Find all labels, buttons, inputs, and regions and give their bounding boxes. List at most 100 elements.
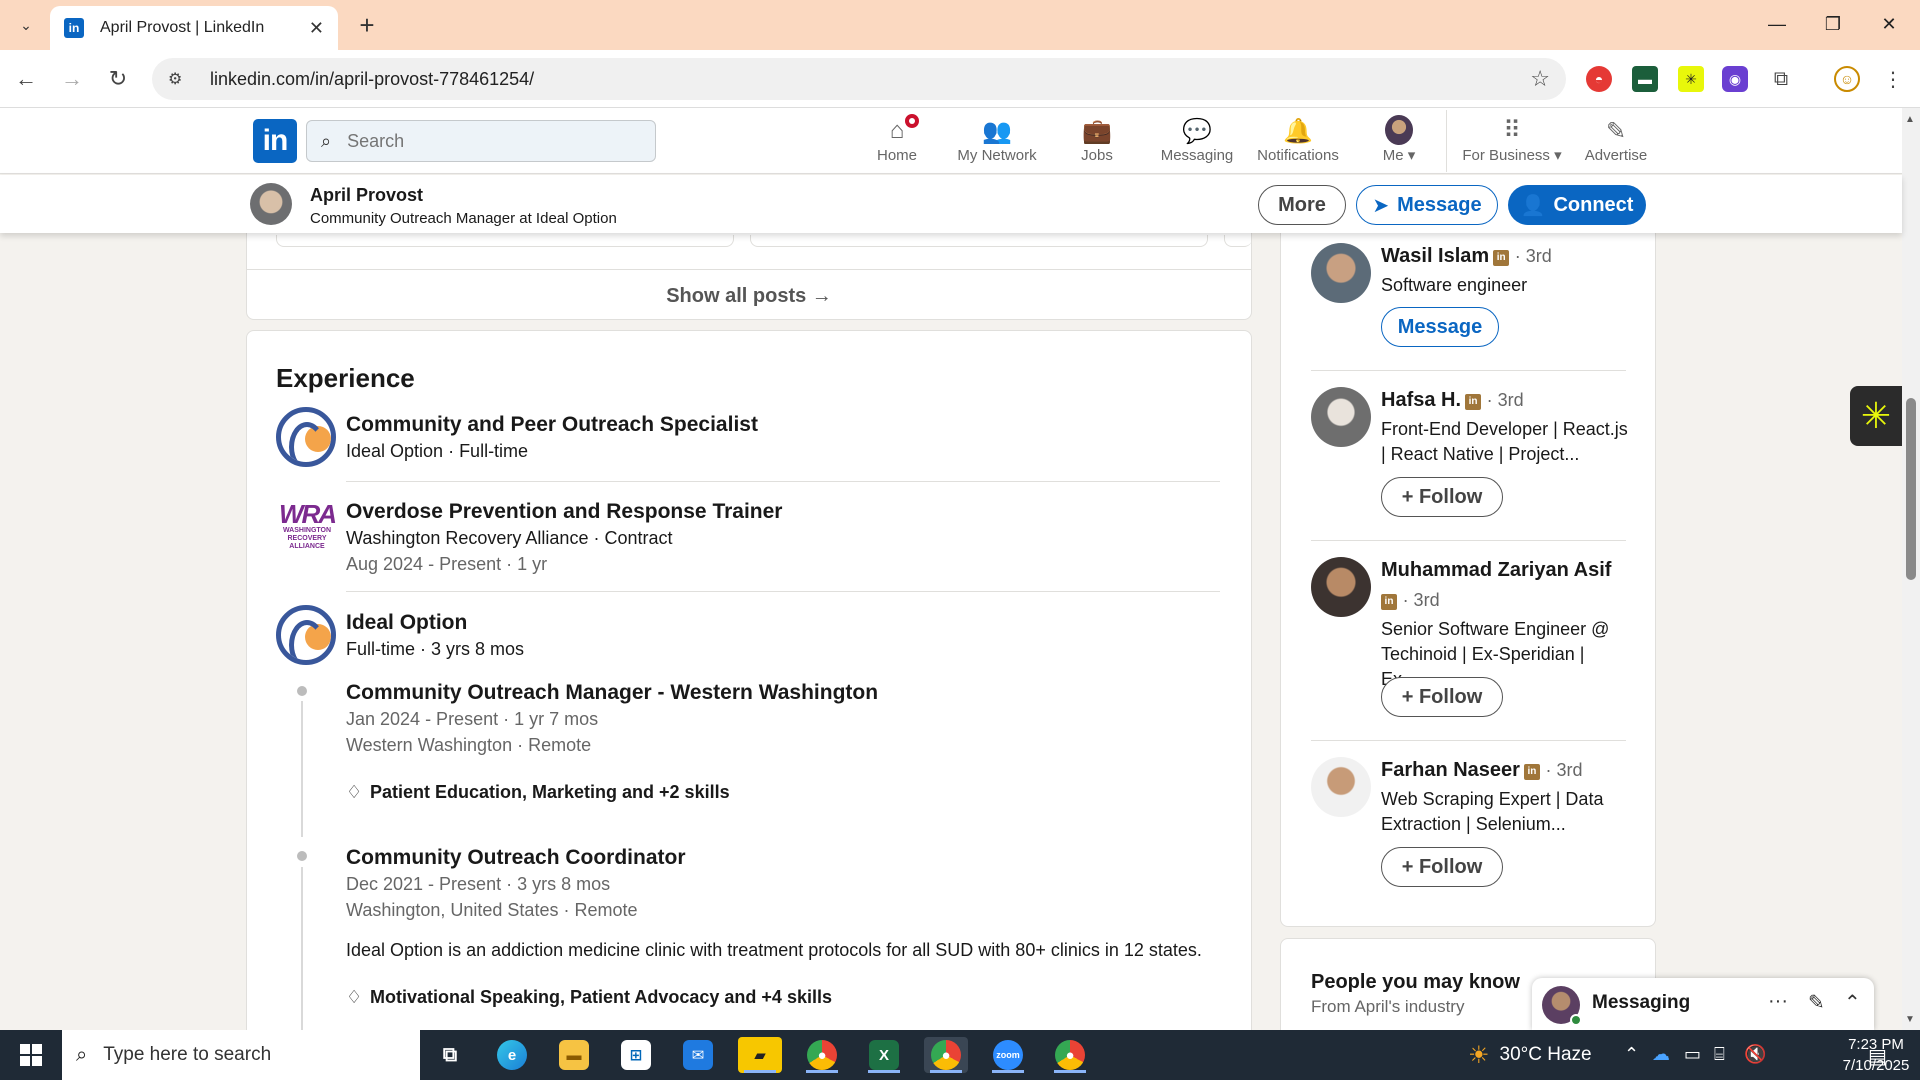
back-arrow-icon[interactable]: ← <box>10 63 42 95</box>
experience-company-name[interactable]: Ideal Option <box>346 611 467 635</box>
position-skills[interactable]: ♢ Patient Education, Marketing and +2 ski… <box>346 782 730 803</box>
experience-role[interactable]: Community and Peer Outreach Specialist <box>346 413 758 437</box>
address-bar[interactable]: ⚙ linkedin.com/in/april-provost-77846125… <box>152 58 1566 100</box>
scroll-down-arrow-icon[interactable]: ▼ <box>1905 1014 1915 1025</box>
ideal-option-logo-icon[interactable] <box>276 407 336 467</box>
scroll-up-arrow-icon[interactable]: ▲ <box>1905 114 1915 125</box>
screen-recorder-extension-icon[interactable]: ◉ <box>1722 66 1748 92</box>
linkedin-premium-badge-icon: in <box>1465 394 1482 410</box>
wallet-extension-icon[interactable]: ▬ <box>1632 66 1658 92</box>
nav-my-network[interactable]: 👥 My Network <box>954 112 1040 172</box>
scroll-thumb[interactable] <box>1906 398 1916 580</box>
onedrive-cloud-icon[interactable]: ☁ <box>1652 1044 1670 1065</box>
url-text[interactable]: linkedin.com/in/april-provost-778461254/ <box>210 69 1530 90</box>
weather-widget[interactable]: ☀ 30°C Haze <box>1468 1030 1592 1080</box>
person-name[interactable]: Farhan Naseer in · 3rd <box>1381 759 1583 782</box>
person-name[interactable]: Hafsa H. in · 3rd <box>1381 389 1524 412</box>
chrome-icon[interactable]: ● <box>800 1037 844 1073</box>
nav-me[interactable]: Me ▾ <box>1376 112 1422 172</box>
asterisk-widget-icon[interactable]: ✳ <box>1850 386 1902 446</box>
file-explorer-icon[interactable]: ▬ <box>552 1037 596 1073</box>
person-avatar[interactable] <box>1311 757 1371 817</box>
nav-home[interactable]: ⌂ Home <box>876 112 921 172</box>
sticky-notes-icon[interactable]: ▰ <box>738 1037 782 1073</box>
pymk-title: People you may know <box>1311 971 1520 993</box>
nav-jobs[interactable]: 💼 Jobs <box>1080 112 1114 172</box>
weather-sun-icon: ☀ <box>1468 1041 1490 1069</box>
post-preview[interactable] <box>1224 235 1252 247</box>
linkedin-favicon-icon: in <box>64 18 84 38</box>
task-view-icon[interactable]: ⧉ <box>428 1037 472 1073</box>
more-button[interactable]: More <box>1258 185 1346 225</box>
post-preview[interactable] <box>750 235 1208 247</box>
linkedin-search-box[interactable]: ⌕ <box>306 120 656 162</box>
position-role[interactable]: Community Outreach Manager - Western Was… <box>346 681 878 705</box>
reload-icon[interactable]: ↻ <box>102 63 134 95</box>
more-options-icon[interactable]: ··· <box>1768 990 1788 1013</box>
follow-button[interactable]: + Follow <box>1381 847 1503 887</box>
pokeball-extension-icon[interactable]: ◓ <box>1586 66 1612 92</box>
microsoft-store-icon[interactable]: ⊞ <box>614 1037 658 1073</box>
chrome-icon[interactable]: ● <box>924 1037 968 1073</box>
excel-icon[interactable]: X <box>862 1037 906 1073</box>
show-all-posts-link[interactable]: Show all posts → <box>247 285 1251 308</box>
minimize-icon[interactable]: — <box>1754 8 1800 40</box>
edge-icon[interactable]: e <box>490 1037 534 1073</box>
volume-muted-icon[interactable]: 🔇 <box>1744 1044 1766 1065</box>
bookmark-star-icon[interactable]: ☆ <box>1530 66 1550 92</box>
linkedin-logo-icon[interactable]: in <box>253 119 297 163</box>
experience-role[interactable]: Overdose Prevention and Response Trainer <box>346 500 782 524</box>
follow-button[interactable]: + Follow <box>1381 677 1503 717</box>
page-scrollbar[interactable]: ▲ ▼ <box>1902 108 1920 1030</box>
ideal-option-logo-icon[interactable] <box>276 605 336 665</box>
position-skills[interactable]: ♢ Motivational Speaking, Patient Advocacy… <box>346 987 832 1008</box>
search-input[interactable] <box>347 130 628 152</box>
washington-recovery-alliance-logo-icon[interactable]: WRA WASHINGTON RECOVERY ALLIANCE <box>276 501 338 553</box>
follow-button[interactable]: + Follow <box>1381 477 1503 517</box>
forward-arrow-icon[interactable]: → <box>56 63 88 95</box>
post-preview[interactable] <box>276 235 734 247</box>
person-name[interactable]: Wasil Islam in · 3rd <box>1381 245 1552 268</box>
chrome-icon[interactable]: ● <box>1048 1037 1092 1073</box>
network-icon[interactable]: ⌸ <box>1714 1044 1725 1065</box>
restore-icon[interactable]: ❐ <box>1810 8 1856 40</box>
windows-start-icon[interactable] <box>0 1030 62 1080</box>
person-name[interactable]: Muhammad Zariyan Asif <box>1381 559 1611 582</box>
person-avatar[interactable] <box>1311 387 1371 447</box>
nav-messaging[interactable]: 💬 Messaging <box>1160 112 1234 172</box>
messaging-dock[interactable]: Messaging ··· ✎ ⌃ <box>1532 978 1874 1030</box>
browser-menu-kebab-icon[interactable]: ⋮ <box>1880 66 1906 92</box>
position-role[interactable]: Community Outreach Coordinator <box>346 846 686 870</box>
person-name-text: Wasil Islam <box>1381 245 1490 267</box>
person-avatar[interactable] <box>1311 557 1371 617</box>
message-button[interactable]: ➤ Message <box>1356 185 1498 225</box>
chevron-up-icon[interactable]: ⌃ <box>1844 990 1861 1015</box>
connect-button[interactable]: 👤 Connect <box>1508 185 1646 225</box>
profile-icon[interactable]: ☺ <box>1834 66 1860 92</box>
nav-for-business[interactable]: ⠿ For Business ▾ <box>1462 112 1562 172</box>
tab-close-icon[interactable]: ✕ <box>309 18 324 39</box>
taskbar-search-box[interactable]: ⌕ Type here to search <box>62 1030 420 1080</box>
notification-center-icon[interactable]: ▤ <box>1868 1044 1887 1069</box>
site-info-icon[interactable]: ⚙ <box>168 69 188 89</box>
person-avatar[interactable] <box>1311 243 1371 303</box>
nav-notifications[interactable]: 🔔 Notifications <box>1254 112 1342 172</box>
send-icon: ➤ <box>1372 194 1390 217</box>
zoom-icon[interactable]: zoom <box>986 1037 1030 1073</box>
extensions-puzzle-icon[interactable]: ⧉ <box>1768 66 1794 92</box>
person-degree-line: in · 3rd <box>1381 589 1440 612</box>
close-window-icon[interactable]: ✕ <box>1866 8 1912 40</box>
asterisk-extension-icon[interactable]: ✳ <box>1678 66 1704 92</box>
connect-button-label: Connect <box>1553 193 1634 216</box>
chevron-up-icon[interactable]: ⌃ <box>1624 1044 1639 1065</box>
avatar <box>1385 115 1413 145</box>
compose-icon[interactable]: ✎ <box>1808 990 1825 1015</box>
battery-icon[interactable]: ▭ <box>1684 1044 1701 1065</box>
mail-icon[interactable]: ✉ <box>676 1037 720 1073</box>
nav-advertise[interactable]: ✎ Advertise <box>1584 112 1648 172</box>
message-person-button[interactable]: Message <box>1381 307 1499 347</box>
browser-tab-active[interactable]: in April Provost | LinkedIn ✕ <box>50 6 338 50</box>
tab-search-chevron-icon[interactable]: ⌄ <box>12 12 40 38</box>
new-tab-plus-icon[interactable]: + <box>352 10 382 40</box>
profile-avatar[interactable] <box>250 183 292 225</box>
